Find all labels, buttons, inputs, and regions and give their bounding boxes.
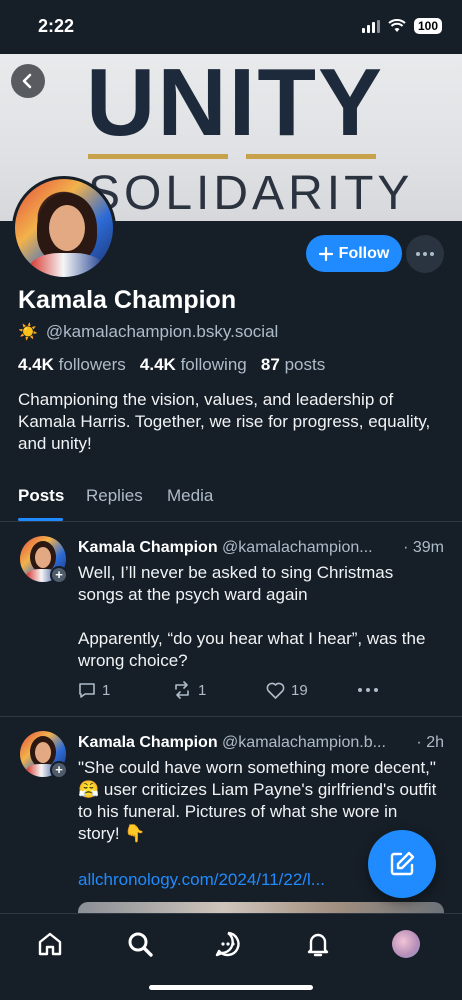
post-header: Kamala Champion @kamalachampion.b... xyxy=(78,734,448,752)
display-name: Kamala Champion xyxy=(18,286,237,314)
post-handle[interactable]: @kamalachampion.b... xyxy=(222,734,386,751)
nav-chat[interactable] xyxy=(212,928,244,960)
post-timestamp[interactable]: · 39m xyxy=(403,539,444,557)
post-text: Well, I’ll never be asked to sing Christ… xyxy=(78,563,426,670)
like-count: 19 xyxy=(291,681,308,699)
repost-icon xyxy=(175,681,189,699)
followers-stat[interactable]: 4.4K followers xyxy=(18,355,126,374)
status-time: 2:22 xyxy=(38,16,75,36)
banner-divider-right xyxy=(246,154,376,159)
tab-replies[interactable]: Replies xyxy=(86,486,143,506)
nav-profile[interactable] xyxy=(390,928,422,960)
handle-row: ☀️ @kamalachampion.bsky.social xyxy=(18,322,278,342)
post-timestamp[interactable]: · 2h xyxy=(416,734,444,752)
active-tab-indicator xyxy=(18,518,63,521)
avatar xyxy=(392,930,420,958)
nav-home[interactable] xyxy=(34,928,66,960)
banner-divider-left xyxy=(88,154,228,159)
post-author[interactable]: Kamala Champion xyxy=(78,539,218,556)
chat-icon xyxy=(215,931,240,957)
wifi-icon xyxy=(388,19,406,32)
nav-notifications[interactable] xyxy=(302,928,334,960)
tab-media[interactable]: Media xyxy=(167,486,213,506)
home-indicator xyxy=(149,985,313,990)
profile-tabs: Posts Replies Media xyxy=(0,474,462,522)
compose-icon xyxy=(390,851,415,876)
home-icon xyxy=(38,932,62,956)
follow-label: Follow xyxy=(338,244,390,262)
post-author[interactable]: Kamala Champion xyxy=(78,734,218,751)
status-bar: 2:22 100 xyxy=(0,0,462,54)
status-icons: 100 xyxy=(361,18,442,34)
search-icon xyxy=(128,932,153,957)
feed-post[interactable]: + Kamala Champion @kamalachampion... · 3… xyxy=(0,522,462,717)
profile-more-button[interactable] xyxy=(406,235,444,273)
reply-button[interactable]: 1 xyxy=(78,681,172,699)
back-button[interactable] xyxy=(11,64,45,98)
post-more-button[interactable] xyxy=(358,688,378,692)
compose-button[interactable] xyxy=(368,830,436,898)
plus-icon xyxy=(318,246,333,261)
profile-handle: @kamalachampion.bsky.social xyxy=(45,322,279,341)
post-handle[interactable]: @kamalachampion... xyxy=(222,539,373,556)
battery-indicator: 100 xyxy=(413,18,442,34)
sun-emoji: ☀️ xyxy=(18,324,38,341)
follow-plus-badge[interactable]: + xyxy=(50,566,68,584)
like-button[interactable]: 19 xyxy=(266,682,358,699)
post-text: "She could have worn something more dece… xyxy=(78,758,437,843)
following-stat[interactable]: 4.4K following xyxy=(140,355,247,374)
heart-icon xyxy=(266,682,285,699)
banner-title: UNITY xyxy=(86,54,384,156)
ellipsis-icon xyxy=(358,688,378,692)
follow-plus-badge[interactable]: + xyxy=(50,761,68,779)
follow-button[interactable]: Follow xyxy=(306,235,402,272)
repost-button[interactable]: 1 xyxy=(172,681,266,699)
posts-stat: 87 posts xyxy=(260,355,326,374)
reply-icon xyxy=(79,683,95,698)
post-header: Kamala Champion @kamalachampion... xyxy=(78,539,448,557)
profile-bio: Championing the vision, values, and lead… xyxy=(18,390,431,453)
profile-stats: 4.4K followers 4.4K following 87 posts xyxy=(18,355,325,375)
reply-count: 1 xyxy=(102,681,111,699)
back-arrow-icon xyxy=(22,73,32,89)
post-actions: 1 1 19 xyxy=(78,681,378,699)
tab-posts[interactable]: Posts xyxy=(18,486,64,506)
nav-search[interactable] xyxy=(124,928,156,960)
ellipsis-icon xyxy=(416,252,434,256)
banner-subtitle: SOLIDARITY xyxy=(88,167,414,220)
signal-icon xyxy=(361,19,380,33)
post-link[interactable]: allchronology.com/2024/11/22/l... xyxy=(78,870,325,890)
repost-count: 1 xyxy=(198,681,207,699)
bell-icon xyxy=(307,933,329,957)
profile-avatar[interactable] xyxy=(12,176,116,280)
